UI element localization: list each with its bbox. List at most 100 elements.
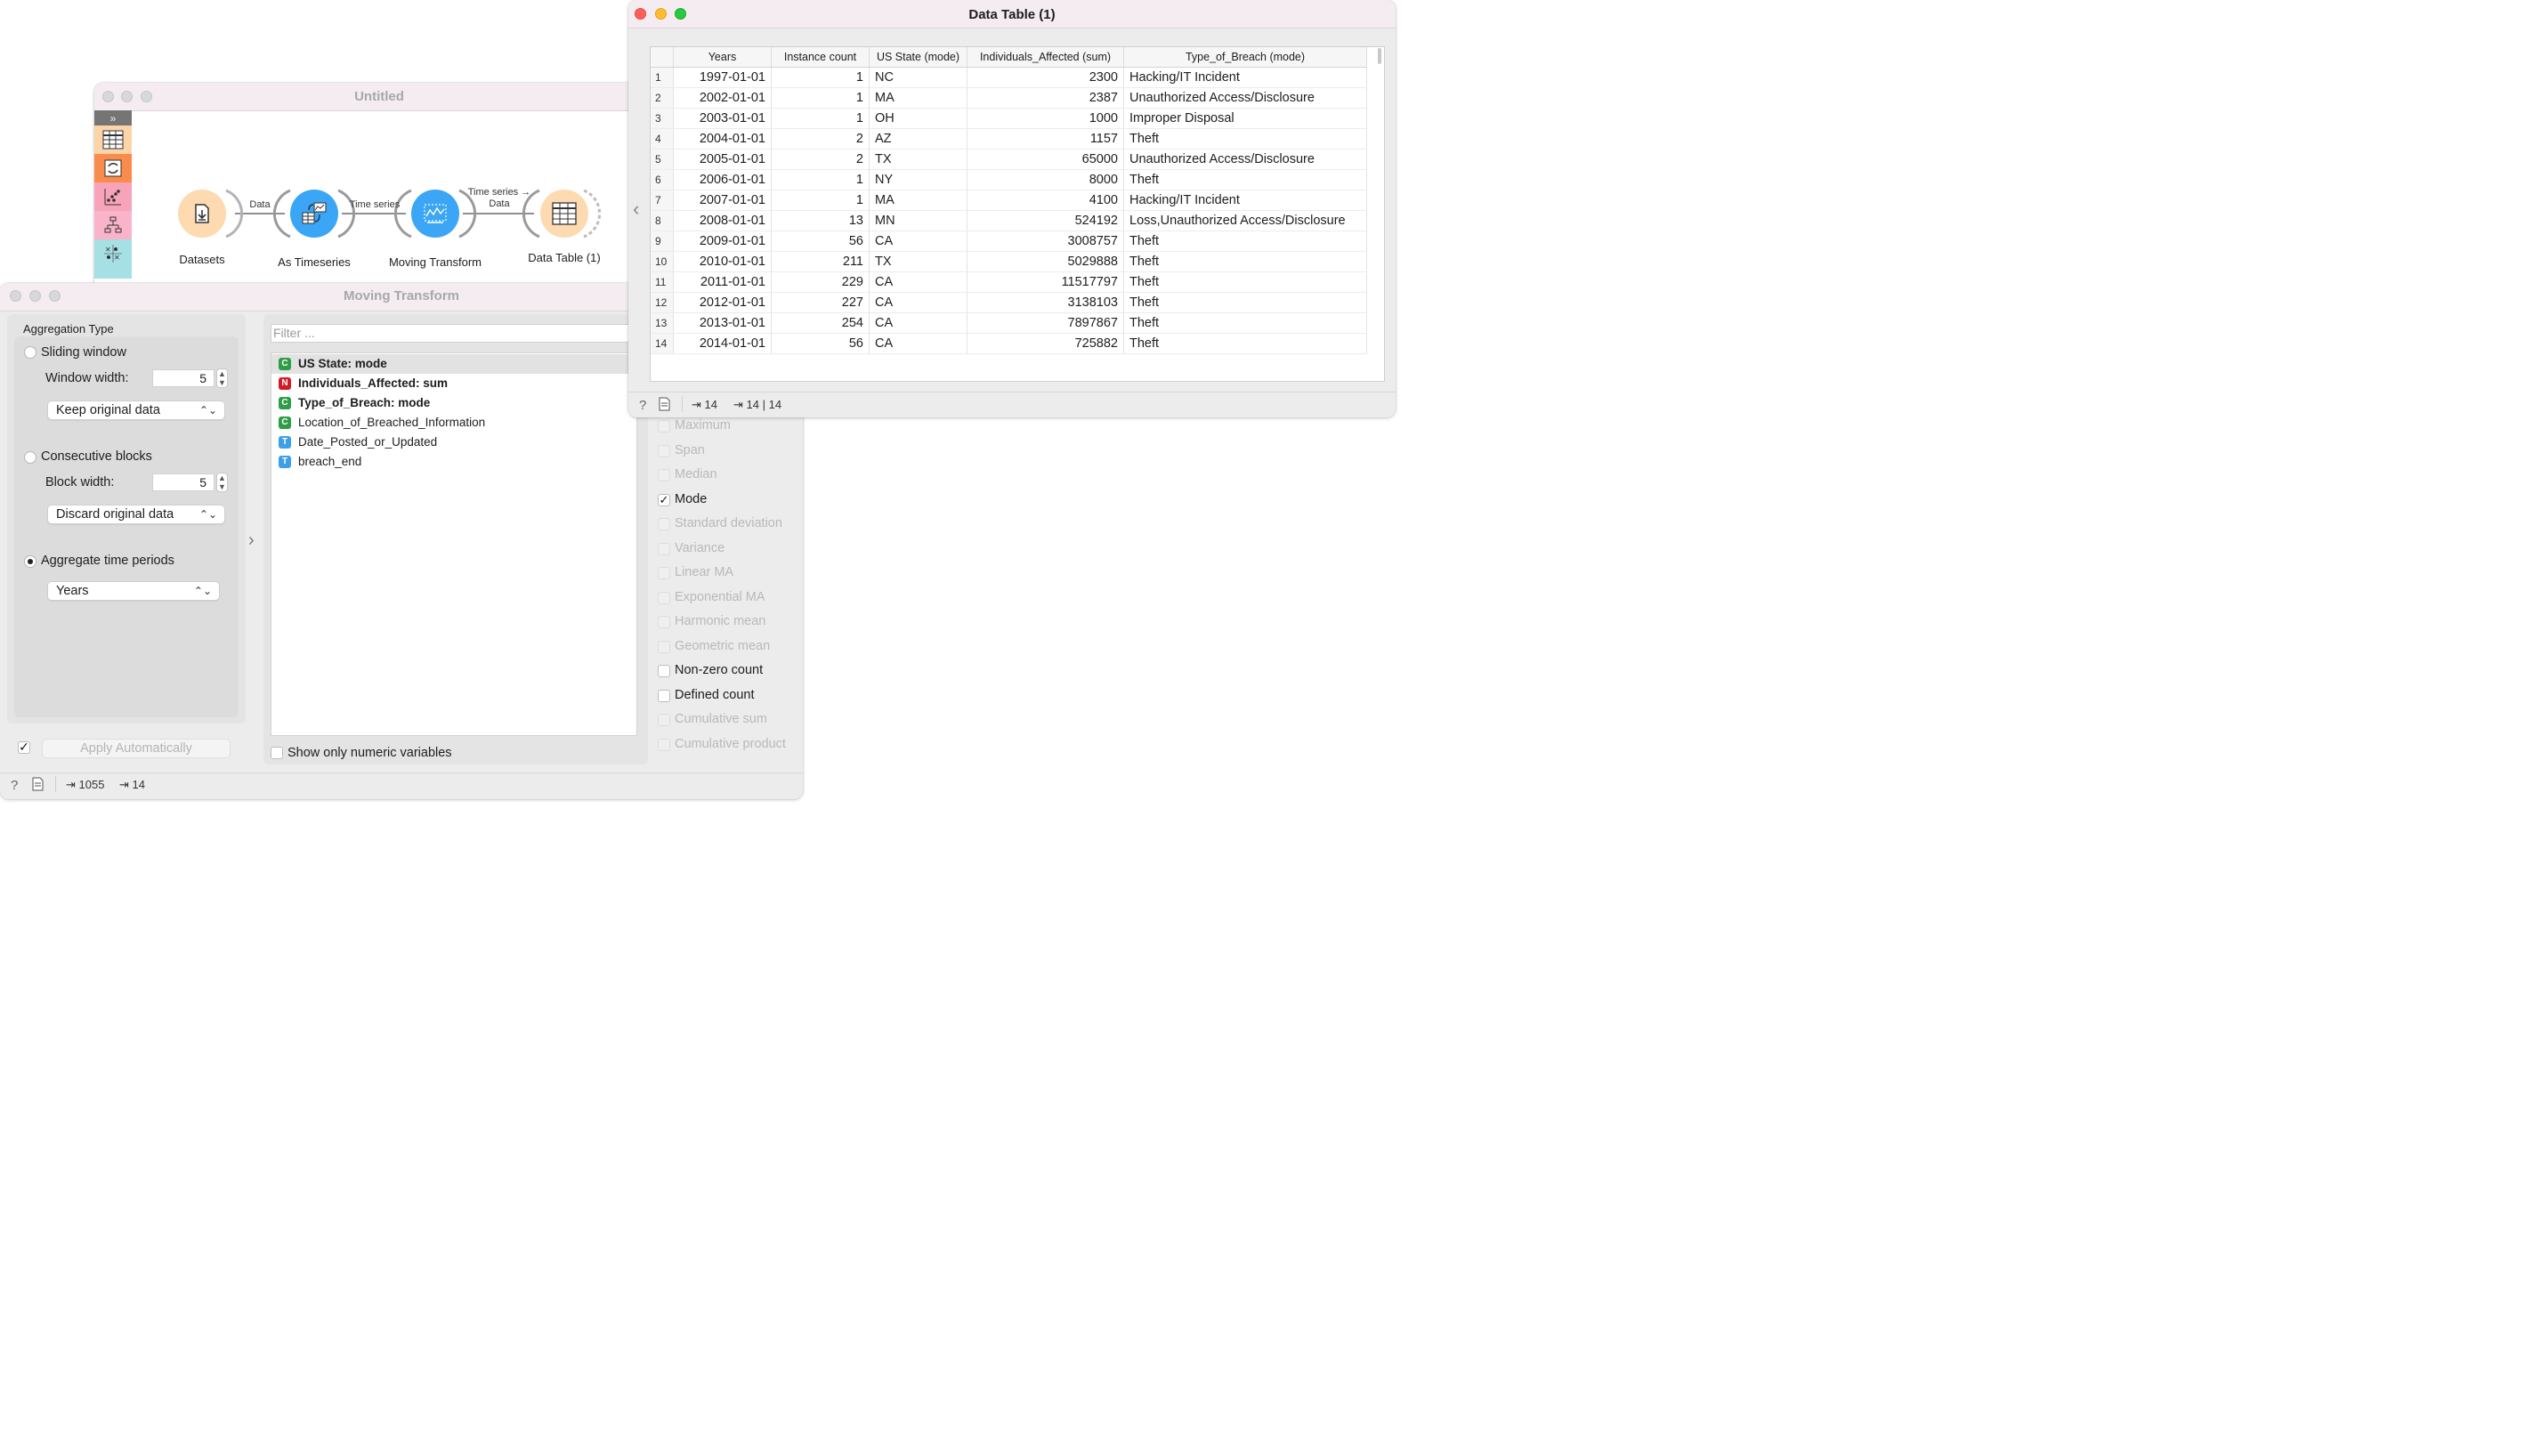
column-header[interactable]: Individuals_Affected (sum)	[967, 47, 1124, 68]
aggregation-checkbox[interactable]	[658, 469, 670, 481]
table-cell: 2004-01-01	[673, 128, 772, 150]
variable-item[interactable]: C Location_of_Breached_Information	[271, 413, 636, 433]
column-header[interactable]: Years	[673, 47, 772, 68]
table-row[interactable]: 3 2003-01-01 1 OH 1000 Improper Disposal	[651, 108, 1367, 129]
aggregate-time-periods-radio[interactable]	[24, 555, 36, 568]
aggregation-label: Standard deviation	[675, 516, 782, 530]
table-cell: 3008757	[967, 231, 1124, 252]
aggregation-checkbox[interactable]	[658, 591, 670, 604]
corner-header[interactable]	[651, 47, 674, 68]
output-count-value: 14 | 14	[746, 398, 782, 411]
table-row[interactable]: 5 2005-01-01 2 TX 65000 Unauthorized Access/D…	[651, 149, 1367, 170]
data-table-view[interactable]: Years Instance count US State (mode) Indivi…	[650, 46, 1385, 382]
table-row[interactable]: 14 2014-01-01 56 CA 725882 Theft	[651, 333, 1367, 354]
row-index: 6	[651, 169, 674, 190]
table-cell: 254	[771, 312, 870, 334]
row-index: 14	[651, 333, 674, 354]
aggregation-label: Non-zero count	[675, 663, 764, 677]
sliding-window-radio[interactable]	[24, 346, 36, 359]
block-width-input[interactable]: 5	[152, 473, 215, 491]
aggregation-checkbox[interactable]	[658, 714, 670, 726]
table-row[interactable]: 9 2009-01-01 56 CA 3008757 Theft	[651, 231, 1367, 252]
variable-item[interactable]: Tbreach_end	[271, 452, 636, 472]
variable-item[interactable]: T Date_Posted_or_Updated	[271, 433, 636, 452]
aggregation-checkbox[interactable]	[658, 444, 670, 457]
aggregation-label: Cumulative product	[675, 736, 786, 751]
aggregation-label: Exponential MA	[675, 589, 765, 604]
apply-automatically-checkbox[interactable]: ✓	[18, 740, 30, 754]
collapse-arrow-icon[interactable]: ›	[248, 530, 255, 551]
table-row[interactable]: 4 2004-01-01 2 AZ 1157 Theft	[651, 128, 1367, 150]
variable-item[interactable]: N Individuals_Affected: sum	[271, 374, 636, 393]
table-cell: 2387	[967, 87, 1124, 109]
consecutive-blocks-mode-select[interactable]: Discard original data ⌃⌄	[47, 505, 225, 524]
table-row[interactable]: 11 2011-01-01 229 CA 11517797 Theft	[651, 271, 1367, 293]
apply-button[interactable]: Apply Automatically	[42, 739, 231, 758]
variable-type-icon: T	[279, 456, 291, 468]
help-icon[interactable]: ?	[639, 398, 646, 413]
table-cell: 2010-01-01	[673, 251, 772, 272]
report-icon[interactable]	[32, 777, 44, 794]
consecutive-blocks-radio[interactable]	[24, 451, 36, 464]
aggregation-checkbox[interactable]	[658, 518, 670, 530]
block-width-stepper[interactable]: ▲ ▼	[216, 473, 228, 492]
report-icon[interactable]	[659, 397, 670, 414]
aggregation-checkbox[interactable]	[658, 616, 670, 628]
node-datasets[interactable]: Datasets	[173, 190, 231, 266]
sliding-window-label: Sliding window	[41, 345, 126, 360]
table-row[interactable]: 7 2007-01-01 1 MA 4100 Hacking/IT Incident	[651, 190, 1367, 211]
node-as-timeseries[interactable]: As Timeseries	[272, 190, 356, 269]
output-count: ⇥ 14 | 14	[733, 398, 781, 412]
table-row[interactable]: 8 2008-01-01 13 MN 524192 Loss,Unauthorized A…	[651, 210, 1367, 231]
table-row[interactable]: 10 2010-01-01 211 TX 5029888 Theft	[651, 251, 1367, 272]
collapse-left-icon[interactable]: ‹	[633, 198, 639, 221]
table-cell: 2012-01-01	[673, 292, 772, 313]
table-cell: 56	[771, 333, 870, 354]
variable-item[interactable]: C US State: mode	[271, 354, 636, 374]
window-width-stepper[interactable]: ▲ ▼	[216, 368, 228, 388]
table-row[interactable]: 1 1997-01-01 1 NC 2300 Hacking/IT Incident	[651, 67, 1367, 88]
scrollbar[interactable]	[1378, 48, 1381, 64]
column-header[interactable]: Type_of_Breach (mode)	[1123, 47, 1367, 68]
column-header[interactable]: US State (mode)	[869, 47, 967, 68]
aggregation-label: Maximum	[675, 418, 731, 433]
select-value: Keep original data	[56, 403, 160, 417]
input-arrow-icon: ⇥	[692, 398, 701, 411]
output-count: ⇥ 14	[119, 778, 145, 792]
node-label: As Timeseries	[278, 255, 351, 269]
table-row[interactable]: 12 2012-01-01 227 CA 3138103 Theft	[651, 292, 1367, 313]
aggregation-checkbox[interactable]	[658, 665, 670, 677]
table-cell: CA	[869, 271, 967, 293]
aggregation-checkbox[interactable]	[658, 542, 670, 555]
node-label: Datasets	[179, 253, 225, 266]
table-row[interactable]: 6 2006-01-01 1 NY 8000 Theft	[651, 169, 1367, 190]
column-header[interactable]: Instance count	[771, 47, 870, 68]
table-cell: 524192	[967, 210, 1124, 231]
updown-chevron-icon: ⌃⌄	[198, 404, 217, 417]
input-count: ⇥ 1055	[66, 778, 104, 792]
variable-label: Individuals_Affected: sum	[298, 376, 449, 390]
sliding-window-mode-select[interactable]: Keep original data ⌃⌄	[47, 400, 225, 420]
aggregation-checkbox[interactable]	[658, 420, 670, 433]
table-row[interactable]: 2 2002-01-01 1 MA 2387 Unauthorized Access/Di…	[651, 87, 1367, 109]
window-width-input[interactable]: 5	[152, 369, 215, 387]
time-period-select[interactable]: Years ⌃⌄	[47, 581, 220, 601]
aggregation-checkbox[interactable]	[658, 567, 670, 579]
help-icon[interactable]: ?	[11, 778, 18, 793]
table-cell: NY	[869, 169, 967, 190]
show-numeric-checkbox[interactable]	[271, 747, 283, 759]
aggregation-checkbox[interactable]	[658, 689, 670, 702]
aggregation-checkbox[interactable]	[658, 738, 670, 751]
table-cell: 8000	[967, 169, 1124, 190]
data-table: Years Instance count US State (mode) Indivi…	[651, 47, 1367, 354]
updown-chevron-icon: ⌃⌄	[198, 508, 217, 521]
aggregation-checkbox[interactable]	[658, 640, 670, 653]
table-cell: Improper Disposal	[1123, 108, 1367, 129]
table-row[interactable]: 13 2013-01-01 254 CA 7897867 Theft	[651, 312, 1367, 334]
variable-item[interactable]: C Type_of_Breach: mode	[271, 393, 636, 413]
table-cell: 2013-01-01	[673, 312, 772, 334]
table-cell: CA	[869, 292, 967, 313]
aggregation-checkbox[interactable]: ✓	[658, 493, 670, 506]
filter-input[interactable]: Filter ...	[271, 324, 644, 343]
variable-list[interactable]: C US State: mode N Individuals_Affected: su…	[271, 352, 637, 736]
